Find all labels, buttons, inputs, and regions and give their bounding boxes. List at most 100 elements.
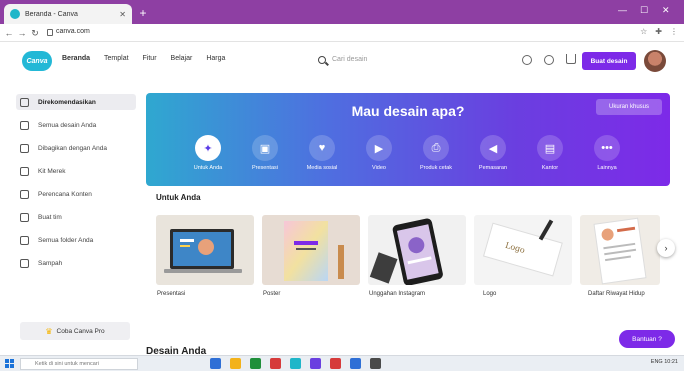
- card-label: Daftar Riwayat Hidup: [588, 291, 645, 297]
- taskbar-app-icon[interactable]: [330, 358, 341, 369]
- grid-icon: [20, 120, 29, 130]
- category-more[interactable]: ••• Lainnya: [579, 135, 635, 171]
- crown-icon: ♛: [45, 326, 53, 336]
- try-pro-button[interactable]: ♛ Coba Canva Pro: [20, 322, 130, 340]
- category-social-media[interactable]: ♥ Media sosial: [294, 135, 350, 171]
- system-tray: ENG 10:21: [650, 359, 678, 365]
- minimize-icon[interactable]: —: [618, 5, 627, 15]
- sidebar-item-create-team[interactable]: Buat tim: [16, 209, 136, 225]
- settings-icon[interactable]: [544, 55, 554, 65]
- office-icon: ▤: [537, 135, 563, 161]
- folder-icon: [20, 235, 29, 245]
- sidebar-item-label: Dibagikan dengan Anda: [38, 144, 108, 152]
- brand-icon: [20, 166, 29, 176]
- taskbar-search[interactable]: Ketik di sini untuk mencari: [20, 358, 138, 370]
- browser-menu-icon[interactable]: ⋮: [670, 27, 678, 36]
- search-box[interactable]: Cari desain: [312, 53, 502, 69]
- category-label: Kantor: [541, 165, 559, 171]
- search-input[interactable]: Cari desain: [332, 56, 367, 63]
- category-print[interactable]: ⎙ Produk cetak: [408, 135, 464, 171]
- taskbar-app-icon[interactable]: [310, 358, 321, 369]
- phone-thumbnail: [369, 218, 443, 285]
- users-icon: [20, 143, 29, 153]
- reload-icon[interactable]: ↻: [30, 27, 40, 39]
- category-office[interactable]: ▤ Kantor: [522, 135, 578, 171]
- sidebar-item-recommended[interactable]: Direkomendasikan: [16, 94, 136, 110]
- category-video[interactable]: ▶ Video: [351, 135, 407, 171]
- sidebar-item-label: Buat tim: [38, 213, 62, 221]
- resume-thumbnail: [593, 217, 647, 285]
- sparkle-icon: ✦: [195, 135, 221, 161]
- url-field[interactable]: canva.com: [56, 28, 90, 35]
- back-icon[interactable]: ←: [4, 27, 14, 39]
- hero-banner: Mau desain apa? Ukuran khusus ✦ Untuk An…: [146, 93, 670, 186]
- sidebar-item-content-planner[interactable]: Perencana Konten: [16, 186, 136, 202]
- card-label: Unggahan Instagram: [369, 291, 426, 297]
- card-label: Presentasi: [157, 291, 186, 297]
- template-card-logo[interactable]: Logo: [474, 215, 572, 285]
- help-icon[interactable]: [522, 55, 532, 65]
- taskbar-app-icon[interactable]: [290, 358, 301, 369]
- menu-beranda[interactable]: Beranda: [62, 55, 90, 62]
- taskbar-app-icon[interactable]: [270, 358, 281, 369]
- close-window-icon[interactable]: ✕: [662, 5, 670, 16]
- more-icon: •••: [594, 135, 620, 161]
- taskbar-app-icon[interactable]: [350, 358, 361, 369]
- taskbar-app-icon[interactable]: [250, 358, 261, 369]
- poster-thumbnail: [262, 215, 360, 285]
- forward-icon[interactable]: →: [17, 27, 27, 39]
- section-title-for-you: Untuk Anda: [156, 193, 201, 202]
- menu-templat[interactable]: Templat: [104, 55, 129, 62]
- extensions-icon[interactable]: ✚: [655, 27, 662, 36]
- template-card-resume[interactable]: [580, 215, 660, 285]
- sidebar-item-trash[interactable]: Sampah: [16, 255, 136, 271]
- new-tab-button[interactable]: +: [136, 6, 150, 20]
- sidebar: Direkomendasikan Semua desain Anda Dibag…: [0, 80, 144, 355]
- marketing-icon: ◀: [480, 135, 506, 161]
- taskbar-apps: [210, 358, 381, 369]
- template-card-instagram-post[interactable]: [368, 215, 466, 285]
- category-for-you[interactable]: ✦ Untuk Anda: [180, 135, 236, 171]
- sidebar-item-label: Perencana Konten: [38, 190, 92, 198]
- close-tab-icon[interactable]: ✕: [119, 10, 126, 19]
- carousel-next-icon[interactable]: ›: [657, 239, 675, 257]
- create-design-button[interactable]: Buat desain: [582, 52, 636, 70]
- sidebar-item-label: Semua folder Anda: [38, 236, 94, 244]
- trash-icon: [20, 258, 29, 268]
- taskbar-app-icon[interactable]: [210, 358, 221, 369]
- maximize-icon[interactable]: ☐: [640, 5, 648, 16]
- help-button[interactable]: Bantuan ?: [619, 330, 675, 348]
- category-presentation[interactable]: ▣ Presentasi: [237, 135, 293, 171]
- browser-tab[interactable]: Beranda - Canva ✕: [4, 4, 132, 24]
- sidebar-item-all-designs[interactable]: Semua desain Anda: [16, 117, 136, 133]
- video-icon: ▶: [366, 135, 392, 161]
- avatar[interactable]: [644, 50, 666, 72]
- custom-size-button[interactable]: Ukuran khusus: [596, 99, 662, 115]
- sidebar-item-brand-kit[interactable]: Kit Merek: [16, 163, 136, 179]
- template-card-presentation[interactable]: [156, 215, 254, 285]
- sidebar-item-shared[interactable]: Dibagikan dengan Anda: [16, 140, 136, 156]
- menu-harga[interactable]: Harga: [206, 55, 225, 62]
- category-marketing[interactable]: ◀ Pemasaran: [465, 135, 521, 171]
- windows-start-icon[interactable]: [5, 359, 15, 369]
- template-card-poster[interactable]: [262, 215, 360, 285]
- canva-favicon-icon: [10, 9, 20, 19]
- home-icon: [20, 97, 29, 107]
- menu-belajar[interactable]: Belajar: [171, 55, 193, 62]
- bookmark-star-icon[interactable]: ☆: [640, 27, 647, 36]
- category-label: Video: [372, 165, 386, 171]
- taskbar-search-input[interactable]: Ketik di sini untuk mencari: [35, 361, 99, 367]
- sidebar-item-label: Sampah: [38, 259, 63, 267]
- card-label: Poster: [263, 291, 281, 297]
- taskbar-app-icon[interactable]: [230, 358, 241, 369]
- notification-icon[interactable]: [566, 54, 576, 64]
- canva-logo[interactable]: Canva: [22, 51, 52, 71]
- team-icon: [20, 212, 29, 222]
- sidebar-item-folders[interactable]: Semua folder Anda: [16, 232, 136, 248]
- category-label: Pemasaran: [478, 165, 508, 171]
- menu-fitur[interactable]: Fitur: [143, 55, 157, 62]
- category-label: Media sosial: [306, 165, 338, 171]
- taskbar-app-icon[interactable]: [370, 358, 381, 369]
- category-label: Presentasi: [252, 165, 278, 171]
- presentation-icon: ▣: [252, 135, 278, 161]
